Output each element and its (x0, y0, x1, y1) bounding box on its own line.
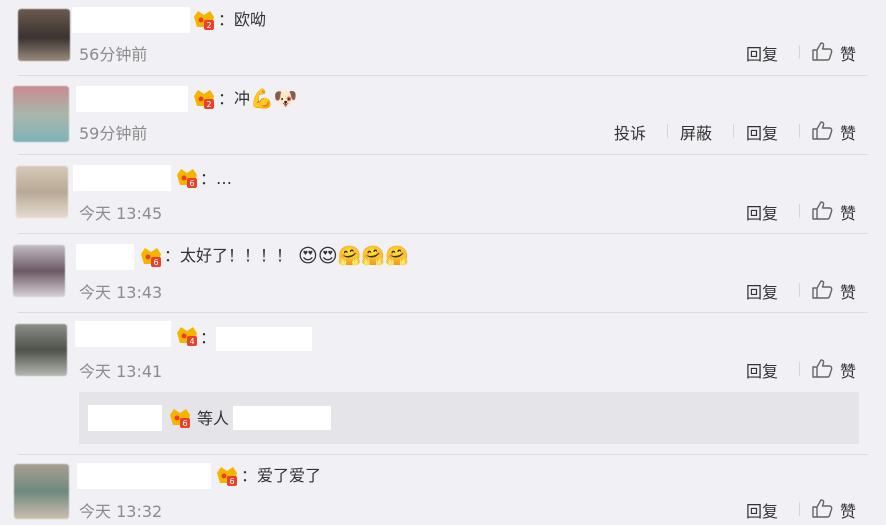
reply-button[interactable]: 回复 (746, 120, 778, 144)
svg-text:6: 6 (182, 419, 187, 428)
comment-body: ：冲 (218, 89, 251, 108)
username-redacted[interactable] (75, 321, 171, 347)
action-separator (799, 204, 800, 218)
reply-button[interactable]: 回复 (746, 200, 778, 224)
like-thumb-icon[interactable] (811, 498, 833, 518)
comment-text: ：爱了爱了 (241, 465, 321, 487)
svg-text:6: 6 (229, 477, 234, 486)
username-redacted[interactable] (88, 405, 162, 431)
vip-badge-icon: 6 (141, 248, 161, 267)
comment-body: ： (200, 328, 217, 347)
vip-badge-icon: 2 (194, 90, 214, 109)
reply-text: 等人 (197, 409, 230, 428)
username-redacted[interactable] (76, 86, 188, 112)
emoji-heart-eyes: 😍 (298, 245, 318, 267)
action-separator (799, 283, 800, 297)
like-button[interactable]: 赞 (840, 120, 856, 144)
svg-text:2: 2 (206, 21, 211, 30)
svg-text:6: 6 (153, 258, 158, 267)
divider (18, 454, 868, 455)
reply-button[interactable]: 回复 (746, 41, 778, 65)
like-button[interactable]: 赞 (840, 498, 856, 522)
username-redacted[interactable] (77, 463, 211, 489)
username-redacted[interactable] (72, 7, 190, 33)
svg-text:4: 4 (189, 337, 194, 346)
avatar[interactable] (13, 86, 69, 142)
emoji-hug: 🤗 (361, 245, 385, 267)
comment-text: ：太好了！！！！ 😍😍🤗🤗🤗 (164, 245, 409, 267)
like-thumb-icon[interactable] (811, 358, 833, 378)
content-redacted (233, 406, 331, 430)
divider (18, 312, 868, 313)
vip-badge-icon: 2 (194, 11, 214, 30)
comment-body: ：太好了！！！！ (164, 246, 293, 265)
block-button[interactable]: 屏蔽 (680, 120, 712, 144)
comment-time: 今天 13:32 (79, 502, 163, 521)
avatar[interactable] (15, 324, 67, 376)
action-separator (799, 45, 800, 59)
username-redacted[interactable] (76, 244, 134, 270)
like-button[interactable]: 赞 (840, 200, 856, 224)
comment-text: ：冲💪🐶 (218, 88, 297, 110)
emoji-dog: 🐶 (273, 88, 298, 110)
like-thumb-icon[interactable] (811, 41, 833, 61)
emoji-heart-eyes: 😍 (317, 245, 338, 267)
comment-time: 56分钟前 (79, 45, 148, 64)
like-thumb-icon[interactable] (811, 279, 833, 299)
comment-body: ：爱了爱了 (241, 466, 322, 485)
report-button[interactable]: 投诉 (614, 120, 646, 144)
emoji-muscle: 💪 (250, 88, 274, 110)
reply-button[interactable]: 回复 (746, 498, 778, 522)
comment-text: ：… (200, 168, 232, 190)
action-separator (733, 124, 734, 138)
comment-body: ：… (200, 169, 233, 188)
like-thumb-icon[interactable] (811, 200, 833, 220)
action-separator (799, 502, 800, 516)
avatar[interactable] (16, 166, 68, 218)
content-redacted (216, 327, 312, 351)
action-separator (799, 124, 800, 138)
action-separator (667, 124, 668, 138)
svg-text:2: 2 (206, 100, 211, 109)
like-thumb-icon[interactable] (811, 120, 833, 140)
reply-button[interactable]: 回复 (746, 358, 778, 382)
comment-time: 今天 13:45 (79, 204, 163, 223)
like-button[interactable]: 赞 (840, 358, 856, 382)
emoji-hug: 🤗 (384, 245, 409, 267)
comment-text: ：欧呦 (218, 9, 266, 31)
vip-badge-icon: 4 (177, 327, 197, 346)
avatar[interactable] (14, 464, 69, 519)
vip-badge-icon: 6 (177, 169, 197, 188)
vip-badge-icon: 6 (217, 467, 237, 486)
comment-time: 今天 13:41 (79, 362, 163, 381)
like-button[interactable]: 赞 (840, 41, 856, 65)
comment-body: ：欧呦 (218, 10, 267, 29)
vip-badge-icon: 6 (170, 409, 190, 428)
like-button[interactable]: 赞 (840, 279, 856, 303)
divider (18, 75, 868, 76)
username-redacted[interactable] (73, 165, 171, 191)
svg-text:6: 6 (189, 179, 194, 188)
reply-button[interactable]: 回复 (746, 279, 778, 303)
divider (18, 154, 868, 155)
reply-preview[interactable]: 6 等人 (79, 392, 859, 444)
action-separator (799, 362, 800, 376)
comment-time: 59分钟前 (79, 124, 148, 143)
divider (18, 233, 868, 234)
avatar[interactable] (18, 9, 70, 61)
avatar[interactable] (13, 245, 65, 297)
emoji-hug: 🤗 (337, 245, 362, 267)
comment-time: 今天 13:43 (79, 283, 163, 302)
comment-text: ： (200, 327, 216, 349)
